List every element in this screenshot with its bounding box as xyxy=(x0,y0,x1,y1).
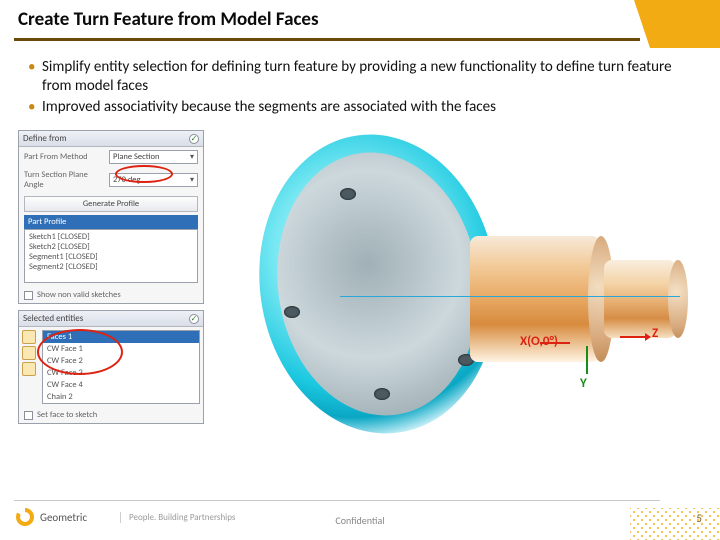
shaft-step-2-end xyxy=(668,260,688,338)
chevron-down-icon: ▾ xyxy=(190,175,194,185)
define-from-panel: Define from ✓ Part From Method Plane Sec… xyxy=(18,130,204,304)
method-row: Part From Method Plane Section ▾ xyxy=(19,147,203,167)
list-item[interactable]: CW Face 4 xyxy=(43,379,199,391)
panel-header: Define from ✓ xyxy=(19,131,203,147)
list-item[interactable]: Chain 2 xyxy=(43,391,199,403)
angle-dropdown[interactable]: 270 deg ▾ xyxy=(109,173,198,187)
list-item[interactable]: CW Face 1 xyxy=(43,343,199,355)
panel-title: Selected entities xyxy=(23,313,83,324)
bullet-list: Simplify entity selection for defining t… xyxy=(0,44,720,126)
list-item[interactable]: Segment1 [CLOSED] xyxy=(29,252,193,262)
list-item[interactable]: Sketch2 [CLOSED] xyxy=(29,242,193,252)
slide-title: Create Turn Feature from Model Faces xyxy=(18,8,702,31)
content-area: Define from ✓ Part From Method Plane Sec… xyxy=(0,126,720,476)
bullet-item: Improved associativity because the segme… xyxy=(28,98,702,117)
footer-divider xyxy=(14,500,660,501)
slide-header: Create Turn Feature from Model Faces xyxy=(0,0,720,44)
method-label: Part From Method xyxy=(24,152,105,162)
checkbox-icon[interactable] xyxy=(24,411,33,420)
tool-icon[interactable] xyxy=(22,362,36,376)
show-invalid-row[interactable]: Show non valid sketches xyxy=(19,287,203,303)
selected-body: Faces 1 CW Face 1 CW Face 2 CW Face 3 CW… xyxy=(19,327,203,407)
list-item[interactable]: Faces 1 xyxy=(43,331,199,343)
part-profile-header: Part Profile xyxy=(24,215,198,229)
shaft-step-2 xyxy=(604,260,676,338)
confidential-label: Confidential xyxy=(0,514,720,527)
method-dropdown[interactable]: Plane Section ▾ xyxy=(109,150,198,164)
axis-z-arrow xyxy=(620,336,650,338)
slide-footer: Geometric People. Building Partnerships … xyxy=(0,500,720,540)
confirm-icon[interactable]: ✓ xyxy=(189,314,199,324)
chevron-down-icon: ▾ xyxy=(190,152,194,162)
checkbox-label: Set face to sketch xyxy=(37,410,97,420)
list-item[interactable]: Sketch1 [CLOSED] xyxy=(29,232,193,242)
axis-x-arrow xyxy=(540,342,570,344)
corner-dot-pattern xyxy=(630,508,720,540)
axis-z-label: Z xyxy=(652,326,658,341)
checkbox-icon[interactable] xyxy=(24,291,33,300)
bullet-item: Simplify entity selection for defining t… xyxy=(28,58,702,96)
shaft-assembly xyxy=(470,226,680,372)
property-panels: Define from ✓ Part From Method Plane Sec… xyxy=(18,130,204,424)
confirm-icon[interactable]: ✓ xyxy=(189,134,199,144)
selected-entities-panel: Selected entities ✓ Faces 1 CW Face 1 CW… xyxy=(18,310,204,424)
tool-icon[interactable] xyxy=(22,330,36,344)
checkbox-label: Show non valid sketches xyxy=(37,290,121,300)
selected-listbox[interactable]: Faces 1 CW Face 1 CW Face 2 CW Face 3 CW… xyxy=(42,330,200,404)
method-value: Plane Section xyxy=(113,152,159,162)
axis-line xyxy=(340,296,680,297)
panel-title: Define from xyxy=(23,133,67,144)
list-item[interactable]: CW Face 3 xyxy=(43,367,199,379)
axis-y-arrow xyxy=(586,346,588,374)
tool-icon-column xyxy=(19,327,39,407)
angle-row: Turn Section Plane Angle 270 deg ▾ xyxy=(19,167,203,193)
list-item[interactable]: Segment2 [CLOSED] xyxy=(29,262,193,272)
title-underline xyxy=(14,38,640,41)
set-face-row[interactable]: Set face to sketch xyxy=(19,407,203,423)
angle-label: Turn Section Plane Angle xyxy=(24,170,105,190)
generate-profile-button[interactable]: Generate Profile xyxy=(24,196,198,212)
corner-accent xyxy=(650,0,720,48)
tool-icon[interactable] xyxy=(22,346,36,360)
axis-y-label: Y xyxy=(580,376,587,391)
model-figure: X(O,0°) Y Z xyxy=(220,126,690,456)
list-item[interactable]: CW Face 2 xyxy=(43,355,199,367)
profile-listbox[interactable]: Sketch1 [CLOSED] Sketch2 [CLOSED] Segmen… xyxy=(24,229,198,283)
panel-header: Selected entities ✓ xyxy=(19,311,203,327)
angle-value: 270 deg xyxy=(113,175,141,185)
